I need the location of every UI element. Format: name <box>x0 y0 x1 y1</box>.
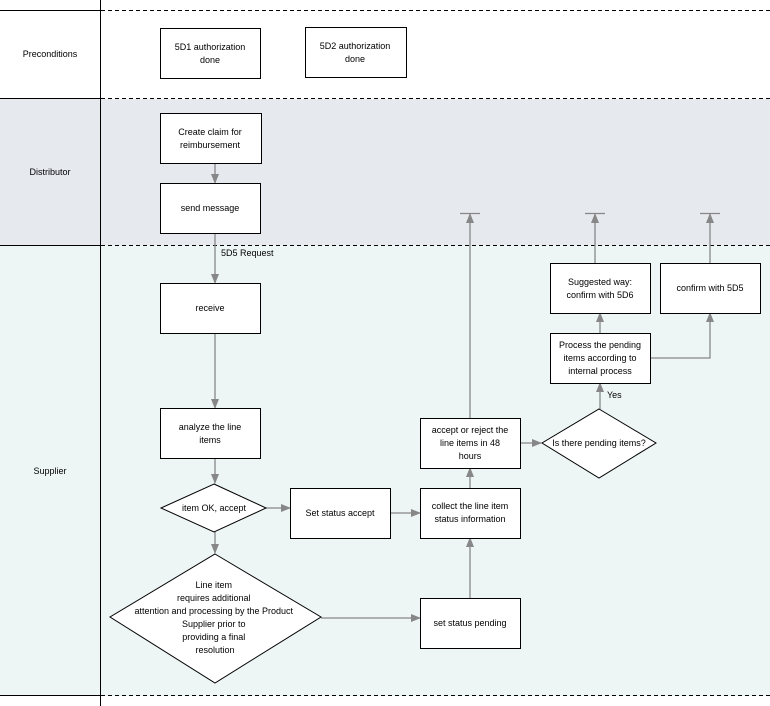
edge-label-request: 5D5 Request <box>221 248 274 258</box>
node-send-message-text: send message <box>181 203 240 213</box>
node-pre1[interactable] <box>160 28 261 79</box>
node-pre2[interactable] <box>305 27 407 78</box>
node-create-claim[interactable] <box>160 113 262 164</box>
node-item-ok-text: item OK, accept <box>182 503 247 513</box>
lane-label-preconditions: Preconditions <box>23 49 78 59</box>
lane-distributor-bg <box>0 99 770 245</box>
lane-footer-bg <box>0 696 770 706</box>
lane-supplier-bg <box>0 245 770 696</box>
node-process-pending-text: Process the pending items according to int… <box>559 340 641 376</box>
node-suggested-5d6[interactable] <box>550 263 651 314</box>
node-analyze[interactable] <box>160 408 261 459</box>
node-set-accept-text: Set status accept <box>305 508 375 518</box>
node-receive-text: receive <box>195 303 224 313</box>
lane-label-distributor: Distributor <box>29 167 70 177</box>
lane-label-supplier: Supplier <box>33 466 66 476</box>
swimlane-diagram: Preconditions Distributor Supplier 5D5 R… <box>0 0 770 706</box>
node-confirm-5d5-text: confirm with 5D5 <box>676 283 743 293</box>
node-set-pending-text: set status pending <box>433 618 506 628</box>
node-pending-question-text: Is there pending items? <box>552 438 646 448</box>
edge-label-yes: Yes <box>607 390 622 400</box>
